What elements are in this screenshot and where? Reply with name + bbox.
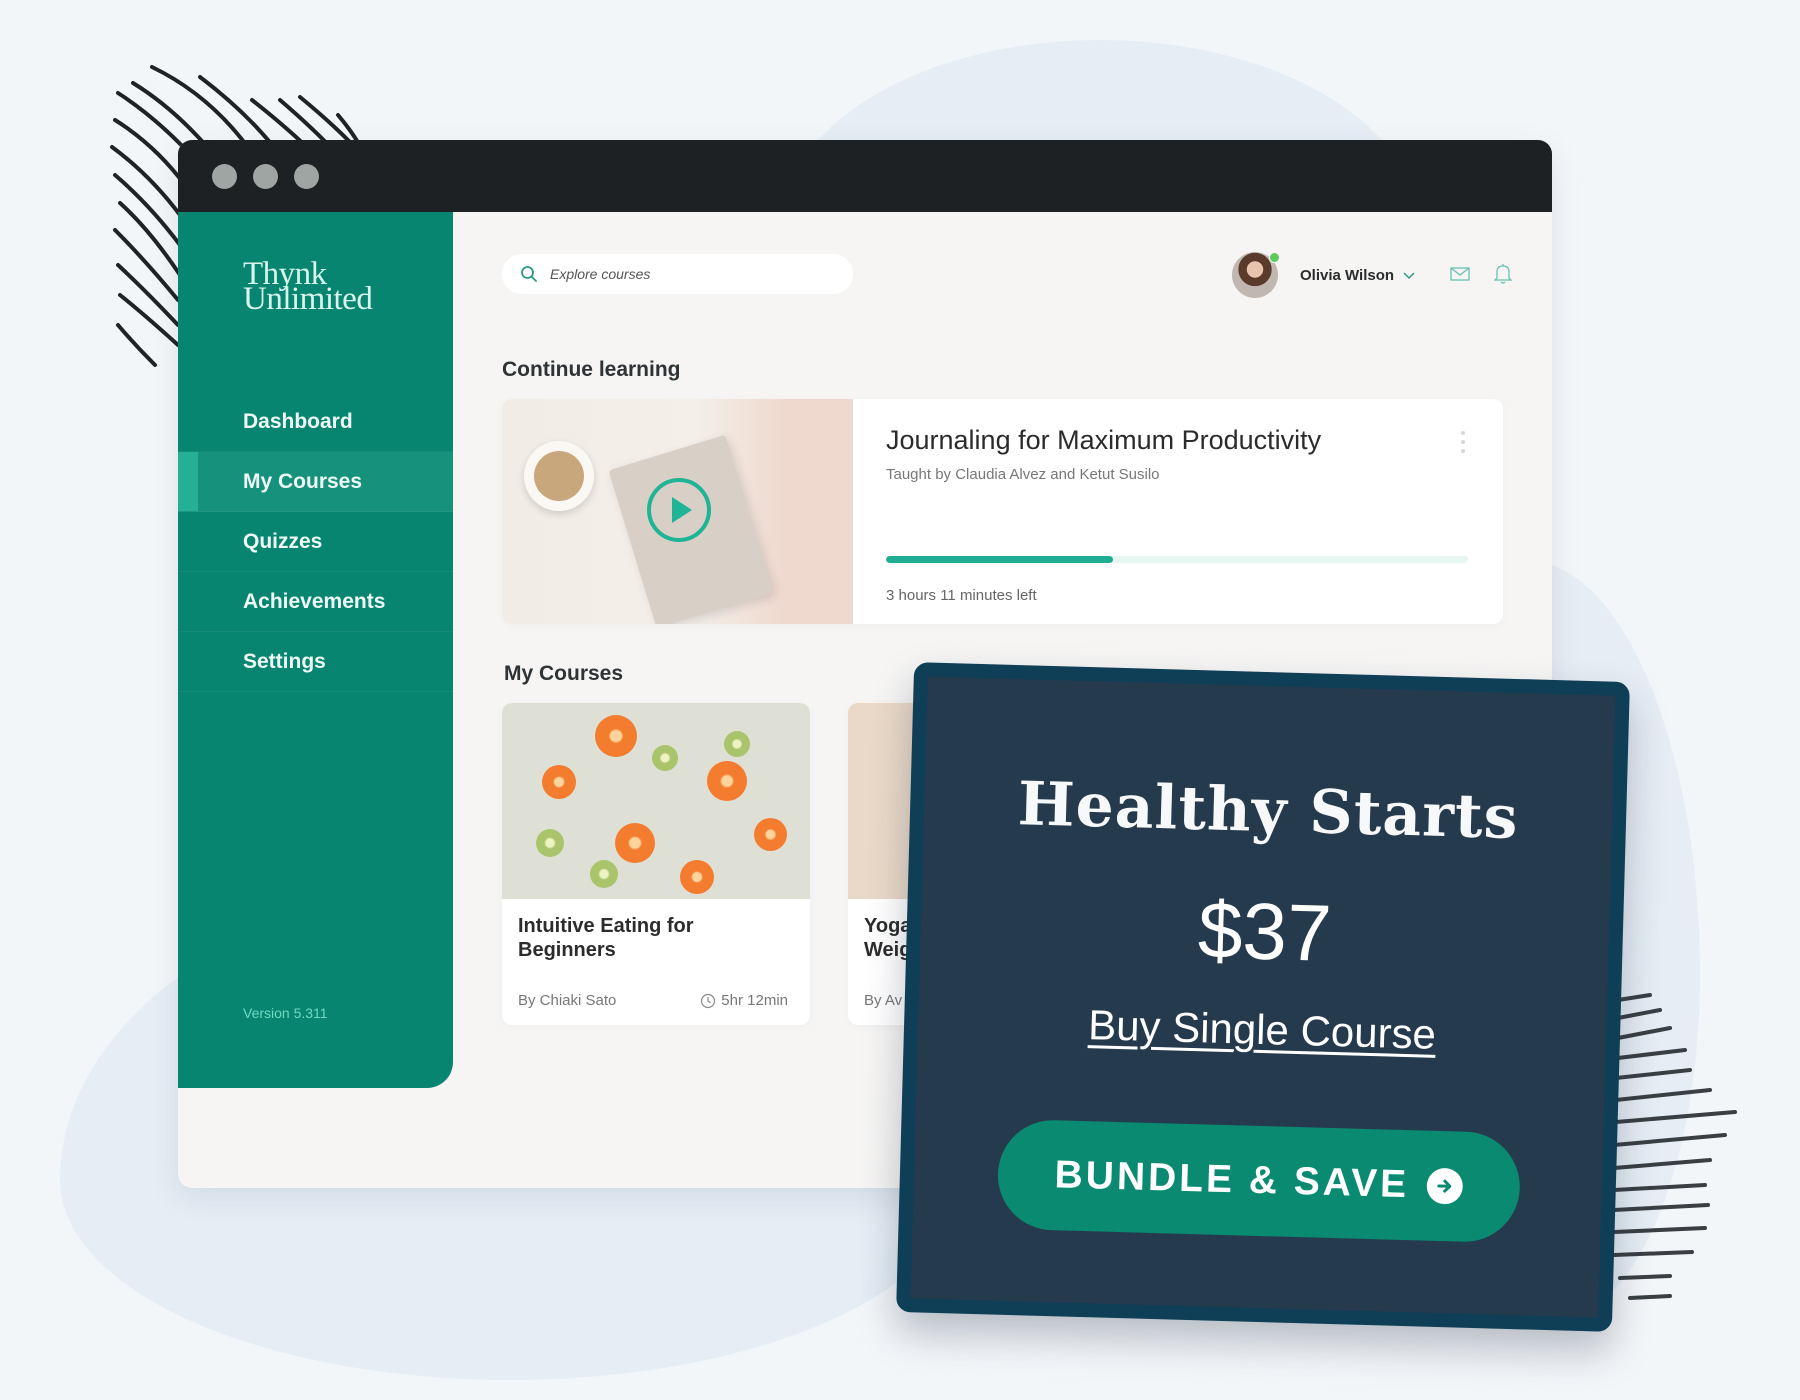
avatar[interactable] (1232, 252, 1280, 298)
mail-icon[interactable] (1450, 266, 1470, 282)
course-author: By Chiaki Sato (518, 992, 617, 1009)
search-bar[interactable] (502, 254, 853, 294)
sidebar-item-my-courses[interactable]: My Courses (178, 452, 453, 512)
buy-single-course-link[interactable]: Buy Single Course (918, 996, 1607, 1063)
course-card[interactable]: Intuitive Eating for Beginners By Chiaki… (502, 703, 810, 1025)
arrow-right-icon (1426, 1167, 1464, 1205)
continue-learning-heading: Continue learning (502, 358, 681, 381)
user-menu[interactable]: Olivia Wilson (1232, 252, 1416, 298)
bell-icon[interactable] (1494, 262, 1512, 284)
sidebar: Thynk Unlimited Dashboard My Courses Qui… (178, 212, 453, 1088)
sidebar-item-quizzes[interactable]: Quizzes (178, 512, 453, 572)
sidebar-item-label: Settings (243, 649, 326, 673)
course-instructors: Taught by Claudia Alvez and Ketut Susilo (886, 466, 1160, 483)
promo-price: $37 (1196, 885, 1333, 978)
course-progress-fill (886, 556, 1113, 563)
brand-logo[interactable]: Thynk Unlimited (243, 258, 373, 317)
course-progress-bar (886, 556, 1468, 563)
sidebar-item-settings[interactable]: Settings (178, 632, 453, 692)
sidebar-item-label: Quizzes (243, 529, 323, 553)
window-maximize-button[interactable] (294, 163, 319, 189)
continue-learning-card[interactable]: Journaling for Maximum Productivity Taug… (502, 399, 1503, 624)
promo-title: Healthy Starts (1016, 769, 1520, 854)
my-courses-heading: My Courses (504, 662, 624, 685)
course-title: Intuitive Eating for Beginners (518, 915, 694, 961)
decorative-hatch-right (1612, 993, 1737, 1300)
course-duration: 5hr 12min (700, 992, 788, 1009)
course-author: By Av (864, 992, 903, 1009)
version-label: Version 5.311 (243, 1005, 328, 1021)
window-close-button[interactable] (212, 163, 237, 189)
bundle-and-save-button[interactable]: BUNDLE & SAVE (996, 1118, 1522, 1244)
play-button[interactable] (647, 478, 711, 542)
sidebar-nav: Dashboard My Courses Quizzes Achievement… (178, 392, 453, 692)
coffee-cup-image (524, 441, 594, 511)
window-titlebar (178, 140, 1552, 212)
user-name: Olivia Wilson (1300, 266, 1395, 284)
sidebar-item-dashboard[interactable]: Dashboard (178, 392, 453, 452)
promo-card: Healthy Starts $37 Buy Single Course BUN… (896, 662, 1630, 1332)
course-duration-text: 5hr 12min (721, 992, 788, 1009)
course-thumbnail (502, 703, 810, 899)
bundle-and-save-label: BUNDLE & SAVE (1054, 1153, 1410, 1207)
search-icon (521, 266, 537, 282)
more-options-icon[interactable] (1460, 431, 1466, 453)
course-title[interactable]: Journaling for Maximum Productivity (886, 425, 1321, 456)
clock-icon (701, 993, 716, 1008)
sidebar-item-achievements[interactable]: Achievements (178, 572, 453, 632)
time-left: 3 hours 11 minutes left (886, 587, 1037, 604)
brand-logo-line2: Unlimited (243, 281, 373, 317)
course-thumbnail[interactable] (502, 399, 853, 624)
chevron-down-icon[interactable] (1402, 270, 1416, 280)
sidebar-item-label: Dashboard (243, 409, 353, 433)
sidebar-item-label: Achievements (243, 589, 386, 613)
search-input[interactable] (550, 266, 800, 282)
window-minimize-button[interactable] (253, 163, 278, 189)
sidebar-item-label: My Courses (243, 469, 363, 493)
online-status-indicator (1269, 252, 1280, 263)
